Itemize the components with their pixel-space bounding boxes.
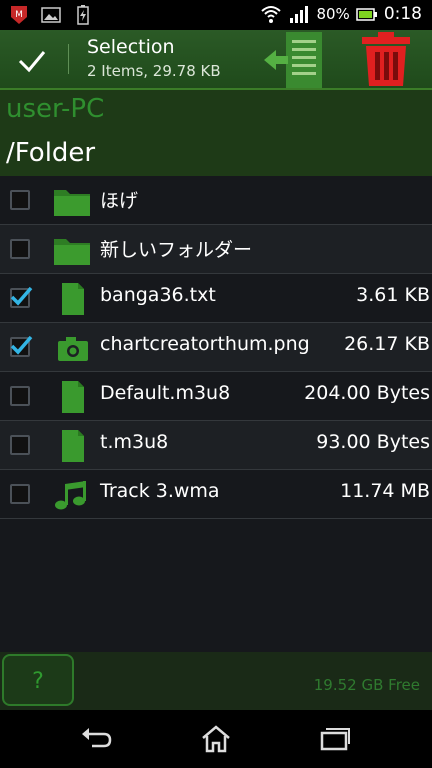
help-button[interactable]: ? xyxy=(2,654,74,706)
navigation-bar xyxy=(0,710,432,768)
selection-summary: 2 Items, 29.78 KB xyxy=(87,62,221,80)
file-size: 26.17 KB xyxy=(344,333,430,355)
image-icon xyxy=(40,4,62,26)
battery-icon xyxy=(356,3,378,25)
delete-button[interactable] xyxy=(358,30,414,88)
recent-apps-icon[interactable] xyxy=(318,724,352,754)
file-name: chartcreatorthum.png xyxy=(100,333,310,355)
current-path: /Folder xyxy=(6,138,96,168)
file-name: Track 3.wma xyxy=(100,480,220,502)
item-checkbox[interactable] xyxy=(10,239,30,259)
camera-icon xyxy=(58,337,88,361)
battery-percent: 80% xyxy=(316,5,350,23)
mcafee-icon: M xyxy=(8,4,30,26)
list-item[interactable]: 新しいフォルダー xyxy=(0,225,432,274)
file-size: 11.74 MB xyxy=(340,480,430,502)
item-checkbox[interactable] xyxy=(10,335,33,357)
file-size: 3.61 KB xyxy=(356,284,430,306)
file-icon xyxy=(62,381,84,413)
list-item[interactable]: Default.m3u8 204.00 Bytes xyxy=(0,372,432,421)
list-item[interactable]: ほげ xyxy=(0,176,432,225)
status-bar: M 80% 0:18 xyxy=(0,0,432,30)
svg-text:M: M xyxy=(15,10,23,20)
list-item[interactable]: banga36.txt 3.61 KB xyxy=(0,274,432,323)
file-icon xyxy=(62,283,84,315)
file-name: banga36.txt xyxy=(100,284,216,306)
list-item[interactable]: Track 3.wma 11.74 MB xyxy=(0,470,432,519)
bottom-bar: ? 19.52 GB Free xyxy=(0,652,432,710)
file-size: 93.00 Bytes xyxy=(316,431,430,453)
list-item[interactable]: t.m3u8 93.00 Bytes xyxy=(0,421,432,470)
list-item[interactable]: chartcreatorthum.png 26.17 KB xyxy=(0,323,432,372)
move-button[interactable] xyxy=(262,30,328,88)
checkmark-icon xyxy=(18,51,46,73)
signal-icon xyxy=(288,3,310,25)
item-checkbox[interactable] xyxy=(10,286,33,308)
file-icon xyxy=(62,430,84,462)
file-name: ほげ xyxy=(100,190,139,212)
battery-charging-icon xyxy=(72,4,94,26)
back-icon[interactable] xyxy=(80,724,114,754)
free-space-label: 19.52 GB Free xyxy=(313,676,420,694)
folder-icon xyxy=(54,239,90,265)
folder-icon xyxy=(54,190,90,216)
music-note-icon xyxy=(55,481,86,510)
file-name: t.m3u8 xyxy=(100,431,169,453)
action-bar-title: Selection xyxy=(87,36,175,58)
file-name: Default.m3u8 xyxy=(100,382,231,404)
file-list: ほげ 新しいフォルダー banga36.txt 3.61 KB chartcre… xyxy=(0,176,432,519)
move-icon xyxy=(264,32,322,88)
item-checkbox[interactable] xyxy=(10,190,30,210)
action-bar-divider xyxy=(68,44,69,74)
item-checkbox[interactable] xyxy=(10,386,30,406)
host-name: user-PC xyxy=(6,94,105,124)
item-checkbox[interactable] xyxy=(10,484,30,504)
clock: 0:18 xyxy=(383,4,422,24)
wifi-icon xyxy=(260,3,282,25)
home-icon[interactable] xyxy=(199,724,233,754)
file-size: 204.00 Bytes xyxy=(304,382,430,404)
done-button[interactable] xyxy=(10,38,54,82)
checkmark-icon xyxy=(10,335,33,355)
trash-icon xyxy=(362,32,410,86)
checkmark-icon xyxy=(10,286,33,306)
file-name: 新しいフォルダー xyxy=(100,239,253,261)
location-header: user-PC /Folder xyxy=(0,90,432,176)
item-checkbox[interactable] xyxy=(10,435,30,455)
